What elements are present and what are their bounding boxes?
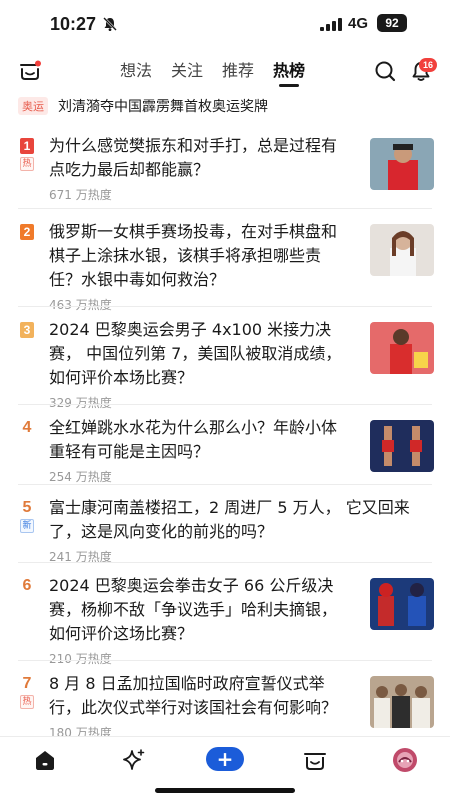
title-line: 如何评价本场比赛？ — [49, 368, 194, 387]
title-line: 富士康河南盖楼招工，2 周进厂 5 万人， 它又回来 — [49, 498, 410, 517]
item-title[interactable]: 俄罗斯一女棋手赛场投毒，在对手棋盘和 棋子上涂抹水银，该棋手将承担哪些责 任？水银中… — [49, 220, 337, 292]
new-tag: 新 — [20, 519, 34, 533]
banner-tag: 奥运 — [18, 97, 48, 115]
notification-badge: 16 — [419, 58, 438, 72]
thumbnail-image[interactable] — [370, 224, 434, 276]
add-button[interactable]: + — [206, 747, 244, 771]
home-indicator — [155, 788, 295, 793]
title-line: 点吃力最后却都能赢？ — [49, 160, 210, 179]
heat-count: 671 万热度 — [49, 188, 112, 202]
banner-text: 刘清漪夺中国霹雳舞首枚奥运奖牌 — [58, 99, 268, 115]
item-title[interactable]: 2024 巴黎奥运会男子 4x100 米接力决 赛， 中国位列第 7，美国队被取消… — [49, 318, 341, 390]
item-title[interactable]: 富士康河南盖楼招工，2 周进厂 5 万人， 它又回来 了，这是风向变化的前兆的吗？ — [49, 496, 410, 544]
title-line: 行，此次仪式举行对该国社会有何影响？ — [49, 698, 338, 717]
divider — [18, 404, 432, 405]
divider — [18, 208, 432, 209]
title-line: 赛， 中国位列第 7，美国队被取消成绩， — [49, 344, 342, 363]
status-time: 10:27 — [50, 14, 97, 34]
tab-ideas[interactable]: 想法 — [120, 60, 152, 82]
thumbnail-image[interactable] — [370, 420, 434, 472]
title-line: 全红婵跳水水花为什么那么小？年龄小体 — [49, 418, 338, 437]
title-line: 2024 巴黎奥运会男子 4x100 米接力决 — [49, 320, 332, 339]
rank-number: 3 — [20, 322, 34, 338]
thumbnail-image[interactable] — [370, 676, 434, 728]
rank-number: 7 — [22, 675, 32, 692]
item-title[interactable]: 8 月 8 日孟加拉国临时政府宣誓仪式举 行，此次仪式举行对该国社会有何影响？ — [49, 672, 337, 720]
divider — [18, 306, 432, 307]
hot-list-item[interactable]: 2 俄罗斯一女棋手赛场投毒，在对手棋盘和 棋子上涂抹水银，该棋手将承担哪些责 任？水银… — [0, 208, 450, 312]
hot-list-item[interactable]: 5 新 富士康河南盖楼招工，2 周进厂 5 万人， 它又回来 了，这是风向变化的前兆的… — [0, 484, 450, 564]
bell-off-icon — [103, 17, 117, 31]
cart-icon[interactable] — [302, 747, 328, 773]
rank-number: 6 — [22, 577, 32, 594]
search-icon[interactable] — [374, 60, 396, 82]
tab-hot-list[interactable]: 热榜 — [273, 60, 305, 87]
thumbnail-image[interactable] — [370, 578, 434, 630]
item-title[interactable]: 2024 巴黎奥运会拳击女子 66 公斤级决 赛，杨柳不敌「争议选手」哈利夫摘银，… — [49, 574, 337, 646]
title-line: 2024 巴黎奥运会拳击女子 66 公斤级决 — [49, 576, 334, 595]
olympics-banner[interactable]: 奥运 刘清漪夺中国霹雳舞首枚奥运奖牌 — [18, 96, 268, 116]
title-line: 如何评价这场比赛？ — [49, 624, 194, 643]
item-title[interactable]: 为什么感觉樊振东和对手打，总是过程有 点吃力最后却都能赢？ — [49, 134, 337, 182]
feed-tabs: 想法 关注 推荐 热榜 — [120, 60, 305, 87]
title-line: 重轻有可能是主因吗？ — [49, 442, 210, 461]
hot-tag: 热 — [20, 157, 34, 171]
top-nav: 想法 关注 推荐 热榜 16 — [0, 52, 450, 92]
hot-tag: 热 — [20, 695, 34, 709]
hot-list-item[interactable]: 6 2024 巴黎奥运会拳击女子 66 公斤级决 赛，杨柳不敌「争议选手」哈利夫摘银… — [0, 562, 450, 666]
signal-icon — [320, 18, 342, 31]
status-bar: 10:27 4G 92 — [0, 0, 450, 48]
thumbnail-image[interactable] — [370, 322, 434, 374]
hot-list-item[interactable]: 1 热 为什么感觉樊振东和对手打，总是过程有 点吃力最后却都能赢？ 671 万热度 — [0, 122, 450, 208]
thumbnail-image[interactable] — [370, 138, 434, 190]
network-type: 4G — [348, 15, 369, 32]
rank-number: 2 — [20, 224, 34, 240]
hot-list-item[interactable]: 3 2024 巴黎奥运会男子 4x100 米接力决 赛， 中国位列第 7，美国队被取… — [0, 306, 450, 410]
divider — [18, 660, 432, 661]
title-line: 8 月 8 日孟加拉国临时政府宣誓仪式举 — [49, 674, 325, 693]
home-icon[interactable] — [32, 747, 58, 773]
item-title[interactable]: 全红婵跳水水花为什么那么小？年龄小体 重轻有可能是主因吗？ — [49, 416, 337, 464]
avatar[interactable] — [392, 747, 418, 773]
hot-list-item[interactable]: 4 全红婵跳水水花为什么那么小？年龄小体 重轻有可能是主因吗？ 254 万热度 — [0, 404, 450, 484]
basket-icon[interactable] — [18, 59, 42, 83]
title-line: 棋子上涂抹水银，该棋手将承担哪些责 — [49, 246, 322, 265]
hot-list-item[interactable]: 7 热 8 月 8 日孟加拉国临时政府宣誓仪式举 行，此次仪式举行对该国社会有何影响？… — [0, 660, 450, 740]
heat-count: 254 万热度 — [49, 470, 112, 484]
battery-indicator: 92 — [377, 14, 407, 32]
sparkle-icon[interactable] — [121, 747, 147, 773]
rank-number: 1 — [20, 138, 34, 154]
rank-number: 4 — [22, 419, 32, 436]
divider — [18, 562, 432, 563]
title-line: 赛，杨柳不敌「争议选手」哈利夫摘银， — [49, 600, 338, 619]
tab-recommended[interactable]: 推荐 — [222, 60, 254, 82]
rank-number: 5 — [22, 499, 32, 516]
title-line: 俄罗斯一女棋手赛场投毒，在对手棋盘和 — [49, 222, 338, 241]
title-line: 了，这是风向变化的前兆的吗？ — [49, 522, 274, 541]
tab-following[interactable]: 关注 — [171, 60, 203, 82]
title-line: 任？水银中毒如何救治？ — [49, 270, 226, 289]
title-line: 为什么感觉樊振东和对手打，总是过程有 — [49, 136, 338, 155]
divider — [18, 484, 432, 485]
